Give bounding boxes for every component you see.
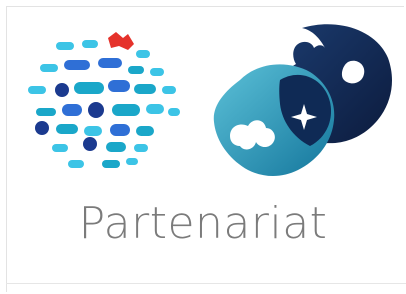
dash-23 [52,144,68,152]
dot-1 [55,83,69,97]
dash-8 [150,68,164,76]
dash-5 [64,60,90,70]
dash-2 [82,40,98,48]
dash-13 [162,86,176,94]
dash-9 [28,86,46,94]
dash-27 [102,160,120,168]
dash-20 [84,126,102,136]
dash-7 [128,66,144,74]
dash-18 [168,108,180,116]
dot-3 [35,121,49,135]
dash-3 [136,50,150,58]
dash-14 [36,108,56,116]
dash-11 [108,80,130,92]
dash-28 [126,158,138,165]
dash-15 [62,104,82,116]
dash-16 [112,104,140,116]
dash-25 [134,144,148,152]
dot-2 [88,102,104,118]
dash-22 [136,126,154,136]
dash-1 [56,42,74,50]
dash-4 [40,64,58,72]
dash-21 [110,124,130,136]
dash-17 [146,104,164,114]
dash-10 [74,82,104,94]
dash-6 [98,58,122,68]
dash-24 [106,142,126,152]
dash-19 [56,124,78,134]
dot-4 [83,137,97,151]
red-accent-shape [108,32,134,50]
dash-12 [134,84,156,94]
dash-26 [68,160,84,168]
dot-network-logo-icon [28,32,180,168]
divider [6,283,406,284]
puzzle-partnership-logo-icon [213,24,392,176]
partner-caption: Partenariat [78,198,328,249]
